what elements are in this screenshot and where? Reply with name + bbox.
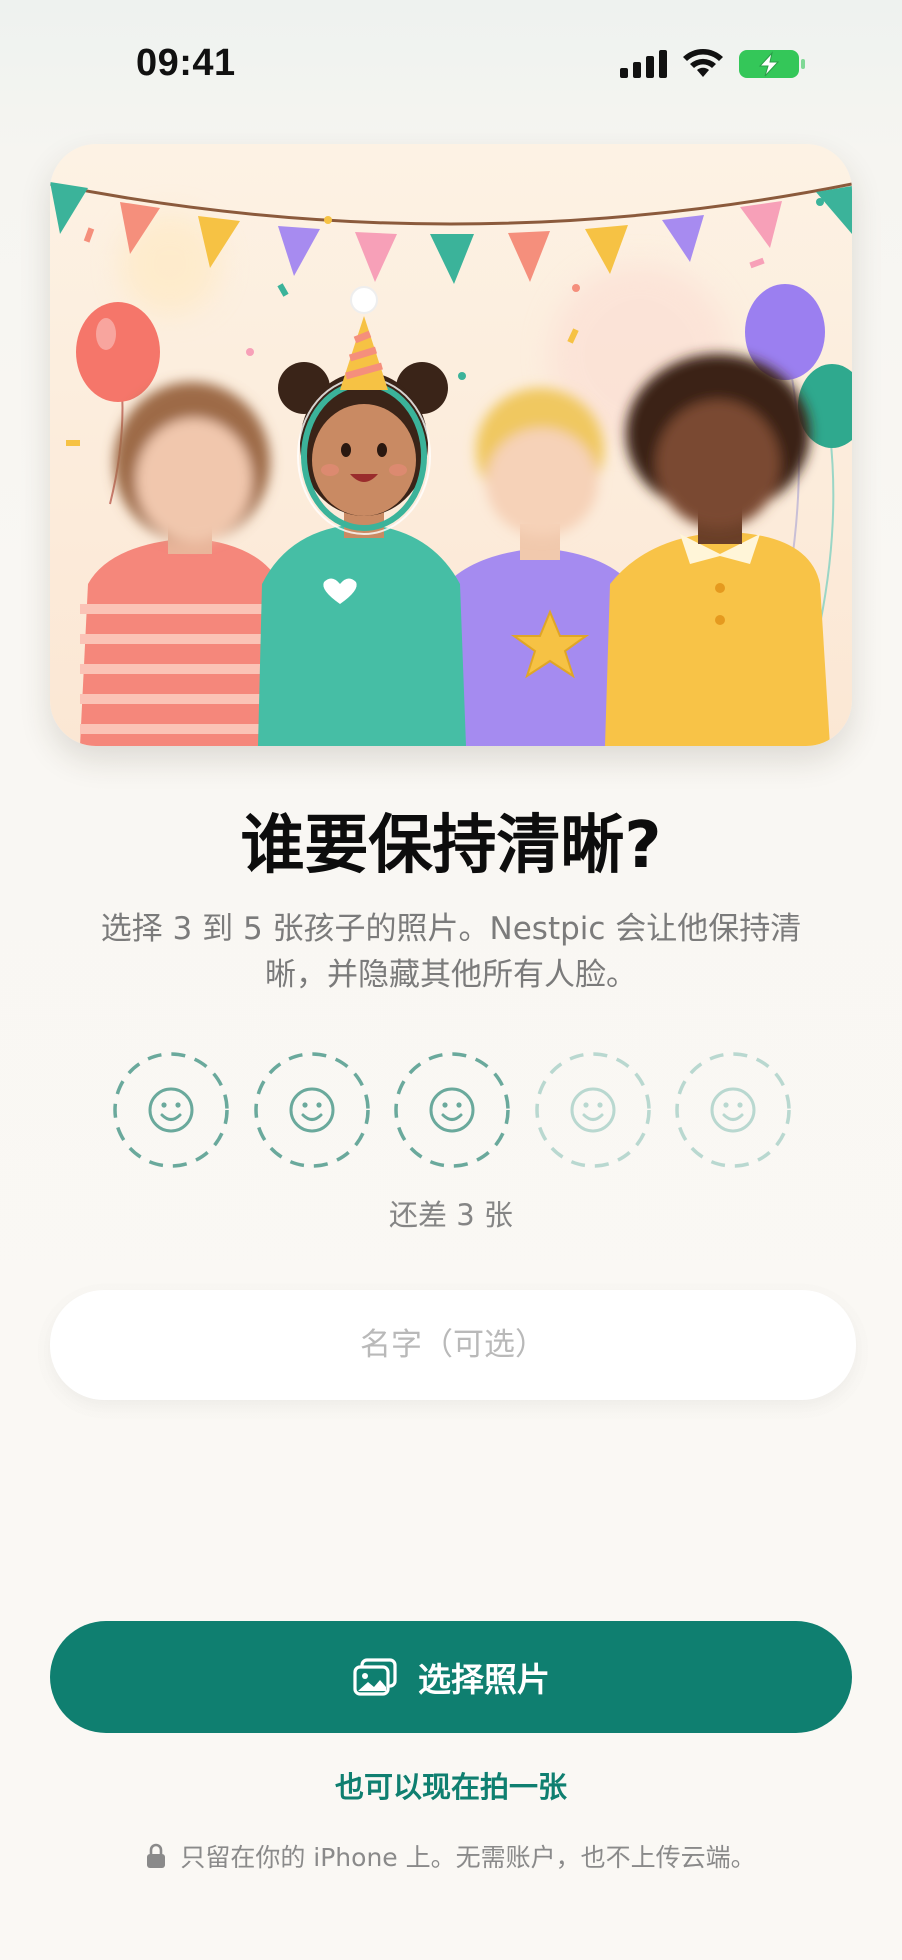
face-slots	[112, 1051, 792, 1171]
page-subtitle: 选择 3 到 5 张孩子的照片。Nestpic 会让他保持清晰，并隐藏其他所有人…	[100, 911, 802, 993]
smiley-face-icon	[675, 1052, 791, 1168]
smiley-face-icon	[534, 1052, 651, 1168]
lock-icon	[147, 1843, 166, 1868]
smiley-face-icon	[113, 1052, 229, 1168]
photo-library-icon	[353, 1658, 397, 1696]
face-slot-5[interactable]	[674, 1051, 792, 1169]
smiley-face-icon	[253, 1052, 370, 1168]
status-icons	[620, 48, 806, 80]
take-photo-link[interactable]: 也可以现在拍一张	[0, 1764, 902, 1806]
remaining-count-label: 还差 3 张	[389, 1198, 513, 1232]
face-slot-1[interactable]	[112, 1051, 230, 1169]
status-time: 09:41	[136, 42, 236, 84]
privacy-note-text: 只留在你的 iPhone 上。无需账户，也不上传云端。	[180, 1843, 756, 1872]
status-bar: 09:41	[0, 0, 902, 130]
wifi-icon	[683, 49, 723, 77]
face-slot-4[interactable]	[534, 1051, 652, 1169]
hero-illustration	[50, 144, 852, 746]
privacy-note: 只留在你的 iPhone 上。无需账户，也不上传云端。	[0, 1838, 902, 1874]
face-slot-2[interactable]	[253, 1051, 371, 1169]
page-title: 谁要保持清晰?	[240, 809, 662, 883]
choose-photos-label: 选择照片	[418, 1660, 550, 1699]
birthday-party-illustration	[50, 144, 852, 746]
battery-charging-icon	[739, 50, 805, 78]
face-slot-3[interactable]	[393, 1051, 511, 1169]
smiley-face-icon	[394, 1052, 510, 1168]
name-input[interactable]	[50, 1290, 856, 1400]
choose-photos-button[interactable]: 选择照片	[50, 1621, 852, 1733]
cellular-signal-icon	[620, 50, 667, 78]
